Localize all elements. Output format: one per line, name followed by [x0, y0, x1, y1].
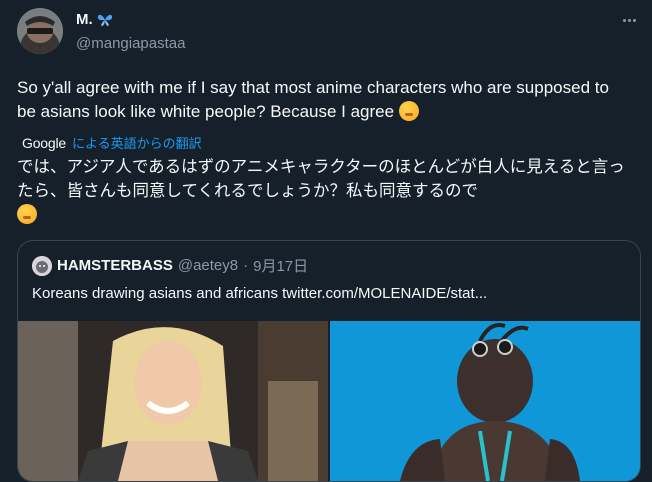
google-logo: Google	[22, 134, 66, 151]
quoted-date[interactable]: 9月17日	[253, 255, 308, 276]
translation-source-link[interactable]: による英語からの翻訳	[72, 133, 202, 152]
more-dot-icon	[632, 18, 636, 22]
more-options-button[interactable]	[616, 10, 642, 30]
quoted-media-illustration[interactable]	[330, 321, 640, 481]
quoted-avatar-image	[32, 255, 52, 276]
author-avatar[interactable]	[17, 8, 63, 54]
more-dot-icon	[622, 18, 626, 22]
tweet-text: So y'all agree with me if I say that mos…	[17, 76, 617, 124]
author-handle[interactable]: @mangiapastaa	[76, 35, 185, 52]
photo-image	[18, 321, 328, 481]
quoted-tweet[interactable]: HAMSTERBASS @aetey8 · 9月17日 Koreans draw…	[17, 240, 641, 482]
translated-text: では、アジア人であるはずのアニメキャラクターのほとんどが白人に見えると言ったら、…	[17, 155, 627, 227]
more-dot-icon	[627, 18, 631, 22]
author-display-name[interactable]: M.	[76, 11, 93, 28]
woozy-face-icon	[398, 101, 419, 121]
tweet-text-content: So y'all agree with me if I say that mos…	[17, 78, 609, 121]
avatar-image	[17, 8, 63, 54]
illustration-image	[330, 321, 640, 481]
translation-attribution[interactable]: Google による英語からの翻訳	[22, 133, 202, 152]
tweet[interactable]: M. @mangiapastaa So y'all agree with me …	[0, 0, 652, 482]
quoted-author-avatar[interactable]	[32, 255, 52, 276]
author-name-row[interactable]: M.	[76, 11, 113, 28]
translated-text-content: では、アジア人であるはずのアニメキャラクターのほとんどが白人に見えると言ったら、…	[17, 158, 625, 200]
butterfly-icon	[97, 14, 112, 26]
quoted-separator: ·	[243, 257, 249, 274]
quoted-tweet-text: Koreans drawing asians and africans twit…	[32, 285, 488, 302]
quoted-media-photo[interactable]	[18, 321, 328, 481]
woozy-face-icon	[17, 204, 37, 224]
quoted-handle[interactable]: @aetey8	[178, 257, 238, 274]
quoted-display-name[interactable]: HAMSTERBASS	[57, 257, 173, 274]
quoted-tweet-header: HAMSTERBASS @aetey8 · 9月17日	[32, 255, 308, 276]
